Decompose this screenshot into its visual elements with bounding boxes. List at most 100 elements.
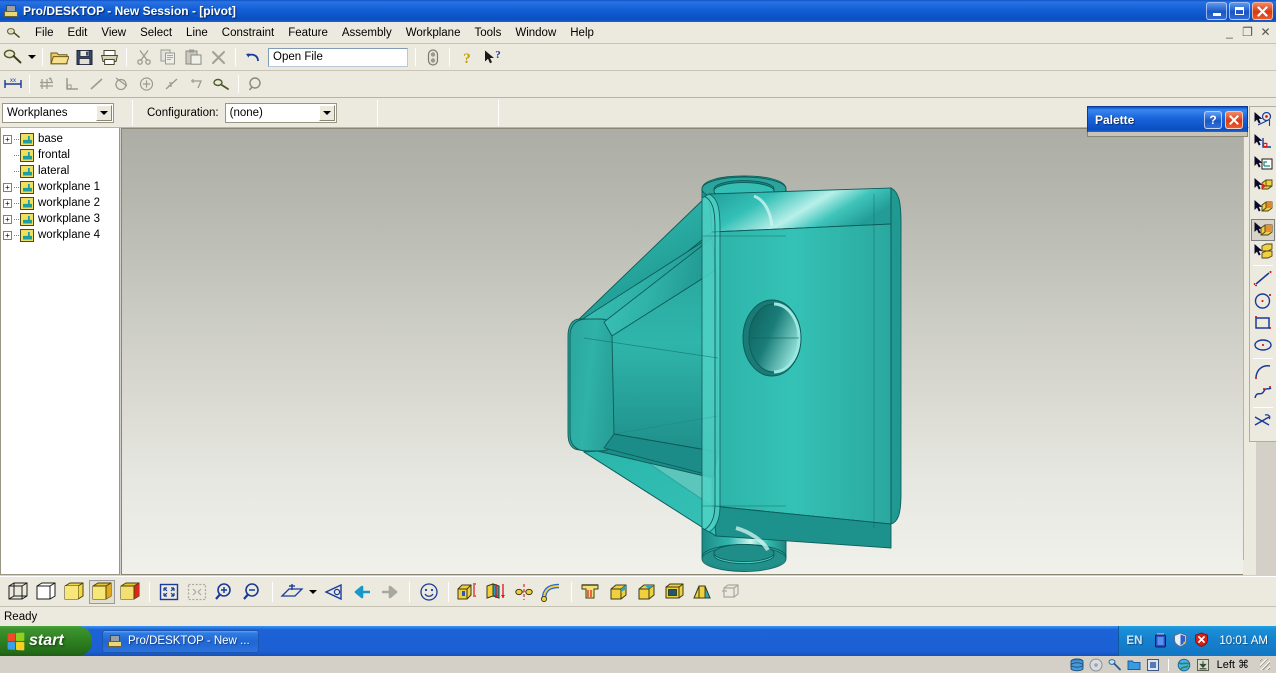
menu-item-file[interactable]: File	[28, 24, 61, 42]
context-help-icon[interactable]: ?	[480, 46, 506, 68]
design-mode-icon[interactable]	[1, 46, 24, 68]
workplanes-dropdown[interactable]: Workplanes	[2, 102, 114, 123]
save-icon[interactable]	[73, 46, 96, 68]
select-part-icon[interactable]	[1251, 219, 1275, 241]
shaded-flat-icon[interactable]	[61, 580, 87, 604]
mdi-restore-button[interactable]: ❐	[1241, 25, 1254, 39]
workplanes-tree[interactable]: + base frontal lateral + workplane 1 + w…	[0, 128, 120, 575]
expand-icon[interactable]: +	[3, 214, 12, 224]
material-icon[interactable]	[578, 580, 604, 604]
project-icon[interactable]	[718, 580, 744, 604]
tree-item-lateral[interactable]: lateral	[1, 163, 119, 179]
mdi-minimize-button[interactable]: _	[1223, 25, 1236, 39]
dimension-icon[interactable]: xx	[1, 73, 24, 95]
close-button[interactable]	[1252, 2, 1273, 20]
expand-icon[interactable]: +	[3, 198, 12, 208]
hidden-line-view-icon[interactable]	[33, 580, 59, 604]
zoom-selection-icon[interactable]	[184, 580, 210, 604]
menu-item-help[interactable]: Help	[563, 24, 601, 42]
security-alert-icon[interactable]	[1194, 632, 1209, 650]
menu-item-workplane[interactable]: Workplane	[399, 24, 468, 42]
tree-item-workplane-2[interactable]: + workplane 2	[1, 195, 119, 211]
wireframe-view-icon[interactable]	[5, 580, 31, 604]
palette-window-titlebar[interactable]: Palette ?	[1087, 106, 1248, 132]
tangent-icon[interactable]	[110, 73, 133, 95]
tree-item-workplane-3[interactable]: + workplane 3	[1, 211, 119, 227]
chamfer-edge-icon[interactable]	[634, 580, 660, 604]
menu-item-line[interactable]: Line	[179, 24, 215, 42]
select-line-icon[interactable]	[1251, 131, 1275, 153]
concentric-icon[interactable]	[135, 73, 158, 95]
clock[interactable]: 10:01 AM	[1219, 635, 1268, 647]
loft-icon[interactable]	[511, 580, 537, 604]
toggle-icon[interactable]	[421, 46, 444, 68]
select-workplane-icon[interactable]	[1251, 153, 1275, 175]
palette-close-button[interactable]	[1225, 110, 1243, 129]
expand-icon[interactable]: +	[3, 182, 12, 192]
shell-icon[interactable]	[662, 580, 688, 604]
palette-help-button[interactable]: ?	[1204, 110, 1222, 129]
expand-icon[interactable]: +	[3, 134, 12, 144]
menu-item-assembly[interactable]: Assembly	[335, 24, 399, 42]
open-file-combo[interactable]: Open File	[268, 47, 408, 67]
coincident-icon[interactable]	[35, 73, 58, 95]
folder-icon[interactable]	[1127, 658, 1141, 672]
undo-icon[interactable]	[241, 46, 264, 68]
draw-circle-icon[interactable]	[1251, 290, 1275, 312]
cut-icon[interactable]	[132, 46, 155, 68]
draw-arc-icon[interactable]	[1251, 361, 1275, 383]
copy-icon[interactable]	[157, 46, 180, 68]
delete-icon[interactable]	[207, 46, 230, 68]
select-solid-icon[interactable]	[1251, 197, 1275, 219]
view-dropdown-icon[interactable]	[307, 580, 319, 604]
draft-icon[interactable]	[690, 580, 716, 604]
mdi-close-button[interactable]: ✕	[1259, 25, 1272, 39]
perpendicular-icon[interactable]	[60, 73, 83, 95]
workplane-view-icon[interactable]	[279, 580, 305, 604]
menu-item-select[interactable]: Select	[133, 24, 179, 42]
pen-icon[interactable]	[1108, 658, 1122, 672]
zoom-fit-icon[interactable]	[156, 580, 182, 604]
taskbar-item-prodesktop[interactable]: Pro/DESKTOP - New ...	[102, 629, 259, 653]
model-canvas[interactable]	[122, 129, 1255, 574]
menu-item-tools[interactable]: Tools	[467, 24, 508, 42]
select-point-icon[interactable]	[1251, 109, 1275, 131]
next-view-icon[interactable]	[377, 580, 403, 604]
tree-item-frontal[interactable]: frontal	[1, 147, 119, 163]
tree-item-workplane-1[interactable]: + workplane 1	[1, 179, 119, 195]
tree-item-base[interactable]: + base	[1, 131, 119, 147]
menu-item-constraint[interactable]: Constraint	[215, 24, 281, 42]
print-icon[interactable]	[98, 46, 121, 68]
inspect-icon[interactable]	[244, 73, 267, 95]
disc-icon[interactable]	[1089, 658, 1103, 672]
globe-icon[interactable]	[1177, 658, 1191, 672]
eye-view-icon[interactable]	[321, 580, 347, 604]
zoom-in-icon[interactable]	[212, 580, 238, 604]
battery-icon[interactable]	[1154, 632, 1167, 651]
round-edge-icon[interactable]	[606, 580, 632, 604]
antivirus-shield-icon[interactable]	[1173, 632, 1188, 650]
configuration-dropdown[interactable]: (none)	[224, 102, 337, 123]
language-indicator[interactable]: EN	[1126, 635, 1142, 647]
line-icon[interactable]	[85, 73, 108, 95]
fix-icon[interactable]	[210, 73, 233, 95]
draw-line-icon[interactable]	[1251, 268, 1275, 290]
draw-rectangle-icon[interactable]	[1251, 312, 1275, 334]
select-face-icon[interactable]	[1251, 175, 1275, 197]
revolve-icon[interactable]	[483, 580, 509, 604]
shaded-smooth-icon[interactable]	[89, 579, 115, 604]
open-icon[interactable]	[48, 46, 71, 68]
draw-ellipse-icon[interactable]	[1251, 334, 1275, 356]
database-icon[interactable]	[1070, 658, 1084, 672]
download-icon[interactable]	[1196, 658, 1210, 672]
menu-item-window[interactable]: Window	[508, 24, 563, 42]
extrude-icon[interactable]	[455, 580, 481, 604]
menu-item-feature[interactable]: Feature	[281, 24, 335, 42]
shaded-albedo-icon[interactable]	[117, 580, 143, 604]
restore-button[interactable]	[1229, 2, 1250, 20]
dropdown-arrow-icon[interactable]	[26, 46, 37, 68]
draw-spline-icon[interactable]	[1251, 383, 1275, 405]
start-button[interactable]: start	[0, 626, 92, 656]
zoom-out-icon[interactable]	[240, 580, 266, 604]
tree-item-workplane-4[interactable]: + workplane 4	[1, 227, 119, 243]
